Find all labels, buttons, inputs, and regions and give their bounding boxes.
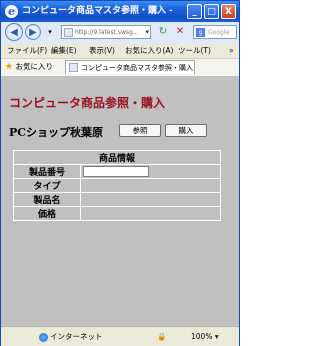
- tab-title: コンピュータ商品マスタ参照・購入: [81, 64, 193, 72]
- zoom-level: 100%: [191, 332, 213, 341]
- product-name-value: [80, 192, 221, 207]
- search-placeholder: Google: [208, 29, 230, 36]
- menu-view[interactable]: 表示(V): [89, 45, 115, 57]
- product-name-label: 製品名: [13, 192, 81, 207]
- table-row: 価格: [13, 206, 221, 221]
- forward-button[interactable]: ▶: [25, 24, 41, 40]
- table-row: 製品名: [13, 192, 221, 207]
- table-row: 製品番号: [13, 164, 221, 179]
- ie-logo-icon: e: [5, 5, 18, 18]
- favorites-label: お気に入り: [15, 62, 53, 71]
- browser-window: e コンピュータ商品マスタ参照・購入 - Windows Internet Ex…: [0, 0, 240, 346]
- reference-button[interactable]: 参照: [119, 124, 161, 137]
- close-button[interactable]: X: [221, 4, 236, 19]
- globe-icon: [39, 332, 48, 342]
- price-value: [80, 206, 221, 221]
- menu-bar: ファイル(F) 編集(E) 表示(V) お気に入り(A) ツール(T) »: [1, 44, 239, 58]
- product-number-label: 製品番号: [13, 164, 81, 179]
- google-logo-icon: g: [196, 28, 205, 37]
- refresh-icon[interactable]: ↻: [156, 25, 170, 39]
- address-dropdown-icon[interactable]: ▾: [145, 28, 149, 36]
- title-bar[interactable]: e コンピュータ商品マスタ参照・購入 - Windows Internet Ex…: [1, 1, 239, 22]
- table-row: タイプ: [13, 178, 221, 193]
- navigation-bar: ◀ ▶ ▾ http://9.latest.swsg... ▾ ↻ ✕ g Go…: [1, 22, 239, 45]
- zone-indicator: インターネット: [39, 331, 103, 342]
- zoom-control[interactable]: 100% ▾: [191, 331, 219, 342]
- menu-overflow[interactable]: »: [229, 45, 234, 57]
- page-icon: [69, 63, 78, 72]
- type-label: タイプ: [13, 178, 81, 193]
- zoom-dropdown-icon[interactable]: ▾: [215, 332, 219, 341]
- window-title: コンピュータ商品マスタ参照・購入 - Windows Internet Expl…: [22, 6, 172, 16]
- menu-favorites[interactable]: お気に入り(A): [125, 45, 173, 57]
- minimize-button[interactable]: _: [187, 4, 202, 19]
- stop-icon[interactable]: ✕: [173, 25, 187, 39]
- page-content: コンピュータ商品参照・購入 PCショップ秋葉原 参照 購入 商品情報 製品番号 …: [1, 76, 239, 326]
- protected-mode-icon[interactable]: 🔒: [157, 331, 166, 342]
- page-title: コンピュータ商品参照・購入: [9, 96, 166, 110]
- favorites-star-icon: ★: [5, 62, 14, 72]
- maximize-button[interactable]: □: [204, 4, 219, 19]
- menu-tools[interactable]: ツール(T): [178, 45, 211, 57]
- recent-pages-dropdown-icon[interactable]: ▾: [43, 25, 57, 39]
- favorites-bar: ★ お気に入り コンピュータ商品マスタ参照・購入: [1, 58, 239, 77]
- page-icon: [64, 28, 73, 37]
- menu-file[interactable]: ファイル(F): [7, 45, 47, 57]
- shop-name: PCショップ秋葉原: [9, 126, 104, 139]
- tab-current-page[interactable]: コンピュータ商品マスタ参照・購入: [65, 60, 195, 74]
- product-info-table: 商品情報 製品番号 タイプ 製品名 価格: [13, 150, 221, 221]
- search-box[interactable]: g Google: [193, 25, 237, 39]
- back-button[interactable]: ◀: [5, 23, 23, 41]
- zone-label: インターネット: [50, 332, 103, 341]
- purchase-button[interactable]: 購入: [165, 124, 207, 137]
- favorites-button[interactable]: ★ お気に入り: [5, 61, 53, 73]
- address-input[interactable]: http://9.latest.swsg...: [75, 27, 139, 38]
- price-label: 価格: [13, 206, 81, 221]
- product-number-input[interactable]: [83, 166, 149, 177]
- table-header: 商品情報: [13, 150, 221, 165]
- product-number-cell: [80, 164, 221, 179]
- address-bar[interactable]: http://9.latest.swsg... ▾: [61, 25, 151, 39]
- type-value: [80, 178, 221, 193]
- menu-edit[interactable]: 編集(E): [51, 45, 77, 57]
- status-bar: インターネット 🔒 100% ▾: [1, 326, 239, 346]
